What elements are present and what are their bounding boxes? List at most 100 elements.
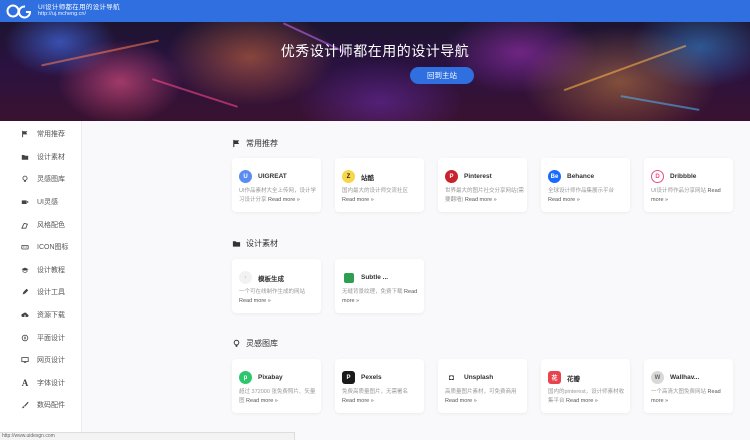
read-more-link[interactable]: Read more » [268,197,300,203]
wallhaven-logo-icon: W [651,371,664,384]
sidebar-item-label: 数码配件 [37,402,65,410]
section-title-materials: 设计素材 [232,238,278,249]
sidebar-item-fonts[interactable]: A 字体设计 [0,372,81,395]
card-title: Behance [567,173,595,180]
site-card-huaban[interactable]: 花 花瓣 国内的pinterest，设计师素材收集平台 Read more » [541,359,630,413]
read-more-link[interactable]: Read more » [548,197,580,203]
sidebar-item-label: 风格配色 [37,221,65,229]
pinterest-logo-icon: P [445,170,458,183]
sidebar-item-label: 设计工具 [37,289,65,297]
dribbble-logo-icon: D [651,170,664,183]
sidebar-item-label: 资源下载 [37,312,65,320]
section-title-text: 常用推荐 [246,139,278,148]
sidebar-item-label: 设计素材 [37,153,65,161]
graduation-cap-icon [20,265,30,275]
pixabay-logo-icon: p [239,371,252,384]
sidebar-item-label: 字体设计 [37,379,65,387]
section-title-inspiration: 灵感图库 [232,338,278,349]
card-title: Pinterest [464,173,492,180]
lightbulb-icon [20,174,30,184]
card-title: Dribbble [670,173,697,180]
card-description: 国内最大的设计师交流社区 Read more » [342,188,409,203]
site-brand[interactable]: UI设计师都在用的设计导航 http://uj.mcheng.cn/ [38,4,120,18]
section-title-recommend: 常用推荐 [232,138,278,149]
card-title: Wallhav... [670,374,700,381]
card-description: 世界最大的图片社交分享网站(需要翻墙) Read more » [445,188,524,203]
zcool-logo-icon: Z [342,170,355,183]
card-description: 一个可在线制作生成的网站 Read more » [239,289,306,304]
ug-logo-icon[interactable] [6,3,32,19]
flag-icon [20,129,30,139]
card-title: Pixabay [258,374,283,381]
lightbulb-icon [232,339,241,348]
pexels-logo-icon: P [342,371,355,384]
monitor-icon [20,355,30,365]
back-to-main-button[interactable]: 回到主站 [410,67,474,84]
site-card-behance[interactable]: Be Behance 全球设计师作品集展示平台 Read more » [541,158,630,212]
main-content: 常用推荐 U UIGREAT UI作品素材大全上传网，设计学习设计分享 Read… [82,121,750,440]
huaban-logo-icon: 花 [548,371,561,384]
cloud-download-icon [20,310,30,320]
site-card-pexels[interactable]: P Pexels 免费高质量图片，无需署名 Read more » [335,359,424,413]
sidebar-item-label: ICON图标 [37,244,69,252]
sidebar-item-color[interactable]: 风格配色 [0,213,81,236]
sidebar-item-recommend[interactable]: 常用推荐 [0,123,81,146]
card-title: 模板生成 [258,275,284,283]
read-more-link[interactable]: Read more » [246,398,278,404]
site-card-pinterest[interactable]: P Pinterest 世界最大的图片社交分享网站(需要翻墙) Read mor… [438,158,527,212]
sidebar-item-label: 设计教程 [37,266,65,274]
uigreat-logo-icon: U [239,170,252,183]
card-title: 花瓣 [567,375,580,383]
card-title: Pexels [361,374,382,381]
sidebar-item-icons[interactable]: ICON图标 [0,236,81,259]
card-title: 站酷 [361,174,374,182]
card-description: UI作品素材大全上传网，设计学习设计分享 Read more » [239,188,317,203]
card-title: Subtle ... [361,274,389,281]
behance-logo-icon: Be [548,170,561,183]
read-more-link[interactable]: Read more » [465,197,497,203]
card-description: 超过 372000 张免费照片、矢量图 Read more » [239,389,316,404]
sidebar-item-ui[interactable]: UI灵感 [0,191,81,214]
card-description: 无缝背景纹理，免费下载 Read more » [342,289,418,304]
site-card-dribbble[interactable]: D Dribbble UI设计师作品分享网站 Read more » [644,158,733,212]
sidebar-item-web[interactable]: 网页设计 [0,349,81,372]
site-card-unsplash[interactable]: ◘ Unsplash 高质量图片素材，可免费商用 Read more » [438,359,527,413]
read-more-link[interactable]: Read more » [342,398,374,404]
site-card-zcool[interactable]: Z 站酷 国内最大的设计师交流社区 Read more » [335,158,424,212]
sidebar-item-label: UI灵感 [37,199,58,207]
site-card-pixabay[interactable]: p Pixabay 超过 372000 张免费照片、矢量图 Read more … [232,359,321,413]
folder-icon [232,239,241,248]
sidebar-item-graphic[interactable]: 平面设计 [0,326,81,349]
sidebar-item-tools[interactable]: 设计工具 [0,281,81,304]
read-more-link[interactable]: Read more » [566,398,598,404]
card-description: 国内的pinterest，设计师素材收集平台 Read more » [548,389,625,404]
site-card-uigreat[interactable]: U UIGREAT UI作品素材大全上传网，设计学习设计分享 Read more… [232,158,321,212]
top-bar: UI设计师都在用的设计导航 http://uj.mcheng.cn/ [0,0,750,22]
brush-icon [20,400,30,410]
video-icon [20,197,30,207]
read-more-link[interactable]: Read more » [342,197,374,203]
sidebar-item-label: 灵感图库 [37,176,65,184]
sidebar-item-materials[interactable]: 设计素材 [0,146,81,169]
card-title: Unsplash [464,374,494,381]
sidebar-item-inspiration[interactable]: 灵感图库 [0,168,81,191]
flag-icon [232,139,241,148]
sidebar-item-label: 常用推荐 [37,131,65,139]
site-card-subtle-patterns[interactable]: Subtle ... 无缝背景纹理，免费下载 Read more » [335,259,424,313]
card-description: 一个高清大图免费网站 Read more » [651,389,721,404]
site-card-wallhaven[interactable]: W Wallhav... 一个高清大图免费网站 Read more » [644,359,733,413]
pencil-icon [20,287,30,297]
camera-icon: ◘ [445,371,458,384]
read-more-link[interactable]: Read more » [445,398,477,404]
hero-banner: 优秀设计师都在用的设计导航 回到主站 [0,22,750,121]
template-logo-icon: · [239,271,252,284]
read-more-link[interactable]: Read more » [239,298,271,304]
sidebar-item-label: 平面设计 [37,334,65,342]
section-title-text: 设计素材 [246,239,278,248]
sidebar-item-downloads[interactable]: 资源下载 [0,304,81,327]
sidebar-item-digital[interactable]: 数码配件 [0,394,81,417]
site-card-template-gen[interactable]: · 模板生成 一个可在线制作生成的网站 Read more » [232,259,321,313]
sidebar-item-tutorials[interactable]: 设计教程 [0,259,81,282]
palette-icon [20,220,30,230]
font-icon: A [21,377,29,388]
